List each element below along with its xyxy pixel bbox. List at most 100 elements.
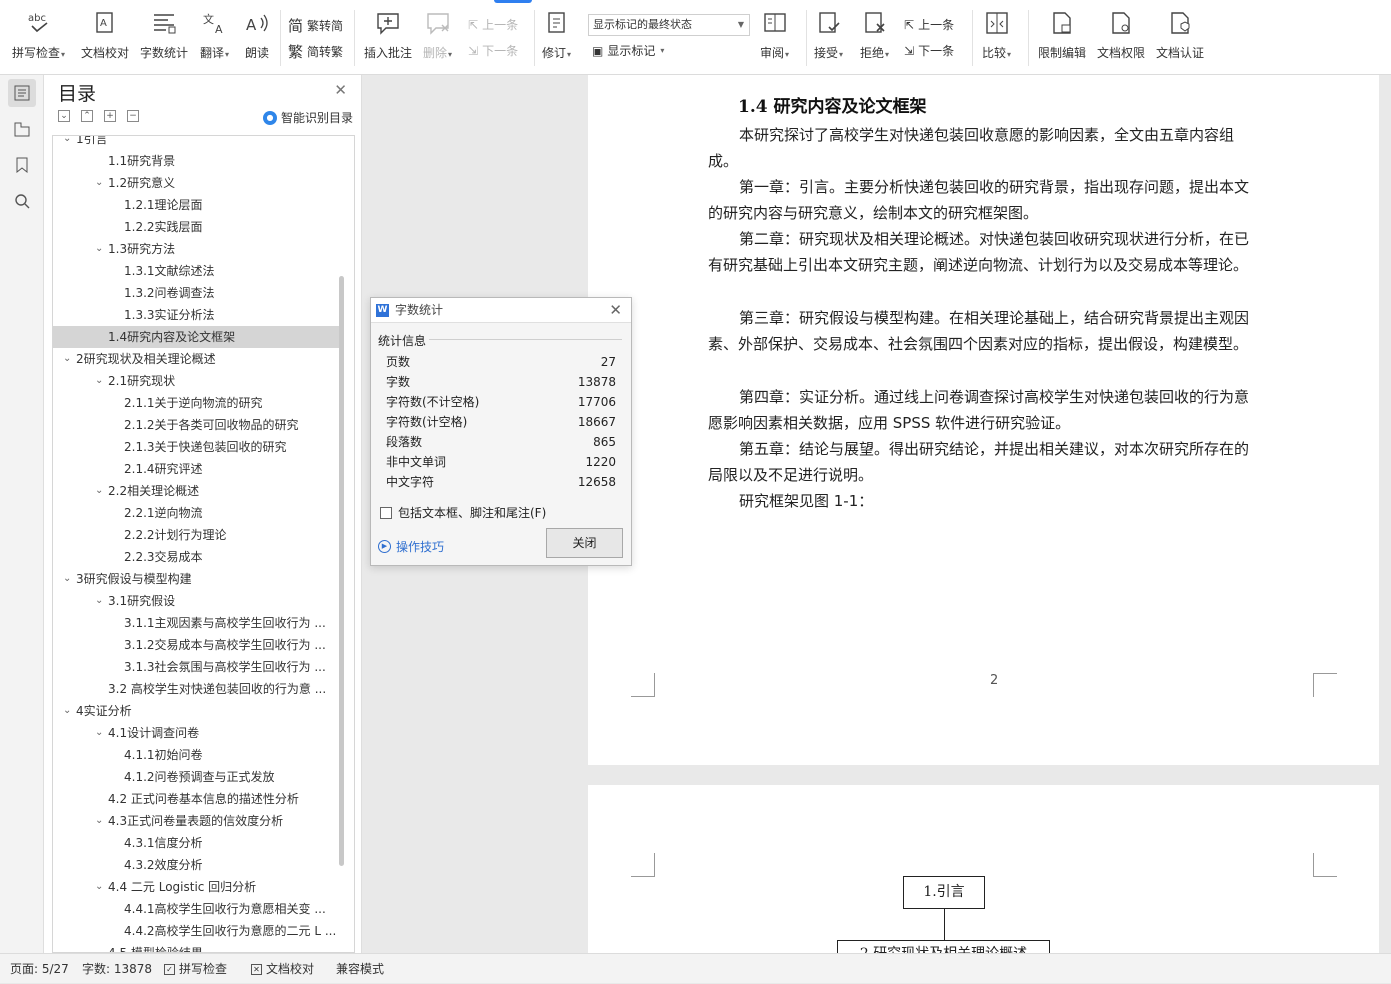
- toc-item[interactable]: 4.3.1信度分析: [53, 832, 339, 854]
- doc-permission-button[interactable]: 文档权限: [1097, 8, 1145, 61]
- toc-item[interactable]: 4.4.2高校学生回收行为意愿的二元 L ...: [53, 920, 339, 942]
- add-heading-icon[interactable]: +: [104, 110, 116, 122]
- chevron-down-icon[interactable]: ⌄: [95, 810, 103, 832]
- close-icon[interactable]: ✕: [334, 81, 347, 99]
- toc-item[interactable]: 1.3.3实证分析法: [53, 304, 339, 326]
- toc-item[interactable]: 1.4研究内容及论文框架: [53, 326, 339, 348]
- toc-item[interactable]: 2.2.1逆向物流: [53, 502, 339, 524]
- toc-item[interactable]: 4.2 正式问卷基本信息的描述性分析: [53, 788, 339, 810]
- chevron-down-icon[interactable]: ⌄: [63, 568, 71, 590]
- chevron-down-icon[interactable]: ⌄: [63, 348, 71, 370]
- toc-item[interactable]: 4.5 模型检验结果: [53, 942, 339, 952]
- document-page[interactable]: 1.4 研究内容及论文框架 本研究探讨了高校学生对快递包装回收意愿的影响因素，全…: [588, 75, 1379, 765]
- markup-state-select[interactable]: 显示标记的最终状态 ▼: [588, 14, 750, 36]
- word-count-indicator[interactable]: 字数: 13878: [82, 954, 152, 984]
- document-page-next[interactable]: 1.引言 2.研究现状及相关理论概述: [588, 785, 1379, 970]
- next-change-button[interactable]: ⇲ 下一条: [904, 42, 954, 59]
- toc-item[interactable]: ⌄ 1.3研究方法: [53, 238, 339, 260]
- reject-button[interactable]: 拒绝▾: [860, 8, 889, 61]
- toc-item[interactable]: ⌄ 3.1研究假设: [53, 590, 339, 612]
- chapter-view-button[interactable]: [8, 115, 36, 143]
- chevron-down-icon[interactable]: ⌄: [63, 700, 71, 722]
- search-button[interactable]: [8, 187, 36, 215]
- chevron-down-icon[interactable]: ⌄: [95, 722, 103, 744]
- bookmark-button[interactable]: [8, 151, 36, 179]
- next-comment-button[interactable]: ⇲ 下一条: [468, 42, 518, 59]
- toc-item[interactable]: ⌄ 4.1设计调查问卷: [53, 722, 339, 744]
- chevron-down-icon[interactable]: ⌄: [95, 172, 103, 194]
- chevron-down-icon[interactable]: ⌄: [63, 136, 71, 150]
- read-aloud-button[interactable]: A 朗读: [244, 8, 270, 61]
- toc-item[interactable]: ⌄ 2.1研究现状: [53, 370, 339, 392]
- toc-item[interactable]: 2.2.3交易成本: [53, 546, 339, 568]
- toc-item[interactable]: ⌄ 2研究现状及相关理论概述: [53, 348, 339, 370]
- toc-item[interactable]: ⌄ 1引言: [53, 136, 339, 150]
- restrict-edit-button[interactable]: 限制编辑: [1038, 8, 1086, 61]
- chevron-down-icon[interactable]: ⌄: [95, 480, 103, 502]
- toc-item[interactable]: 1.3.1文献综述法: [53, 260, 339, 282]
- smart-toc-button[interactable]: ● 智能识别目录: [262, 109, 353, 126]
- compare-button[interactable]: 比较▾: [982, 8, 1011, 61]
- stat-value: 13878: [577, 375, 616, 389]
- accept-label: 接受: [814, 46, 839, 60]
- word-count-button[interactable]: 字数统计: [140, 8, 188, 61]
- delete-comment-button[interactable]: 删除▾: [423, 8, 452, 61]
- toc-item[interactable]: 2.2.2计划行为理论: [53, 524, 339, 546]
- chevron-down-icon[interactable]: ⌄: [95, 590, 103, 612]
- toc-item[interactable]: 3.1.3社会氛围与高校学生回收行为 ...: [53, 656, 339, 678]
- doc-check-button[interactable]: A 文档校对: [81, 8, 129, 61]
- page-indicator[interactable]: 页面: 5/27: [10, 954, 69, 984]
- review-button[interactable]: 审阅▾: [760, 8, 789, 61]
- toc-item[interactable]: 2.1.2关于各类可回收物品的研究: [53, 414, 339, 436]
- trad-to-simp-button[interactable]: 简 繁转简: [288, 15, 343, 36]
- toc-item[interactable]: ⌄ 3研究假设与模型构建: [53, 568, 339, 590]
- chevron-down-icon[interactable]: ⌄: [95, 876, 103, 898]
- toc-item[interactable]: 4.1.1初始问卷: [53, 744, 339, 766]
- toc-item[interactable]: 3.1.2交易成本与高校学生回收行为 ...: [53, 634, 339, 656]
- toc-item[interactable]: ⌄ 1.2研究意义: [53, 172, 339, 194]
- prev-change-button[interactable]: ⇱ 上一条: [904, 16, 954, 33]
- toc-item[interactable]: 4.4.1高校学生回收行为意愿相关变 ...: [53, 898, 339, 920]
- toc-scrollbar[interactable]: [339, 276, 344, 866]
- close-icon[interactable]: ✕: [609, 301, 622, 319]
- show-markup-button[interactable]: ▣ 显示标记 ▾: [592, 42, 664, 59]
- toc-item[interactable]: 1.3.2问卷调查法: [53, 282, 339, 304]
- collapse-all-icon[interactable]: ⌄: [58, 110, 70, 122]
- toc-item[interactable]: 1.2.1理论层面: [53, 194, 339, 216]
- status-spell-check[interactable]: ✓ 拼写检查: [164, 954, 227, 984]
- status-doc-check[interactable]: ✕ 文档校对: [251, 954, 314, 984]
- accept-button[interactable]: 接受▾: [814, 8, 843, 61]
- toc-item[interactable]: ⌄ 4.3正式问卷量表题的信效度分析: [53, 810, 339, 832]
- include-textbox-checkbox[interactable]: 包括文本框、脚注和尾注(F): [380, 504, 546, 521]
- toc-item[interactable]: 1.1研究背景: [53, 150, 339, 172]
- toc-view-button[interactable]: [8, 79, 36, 107]
- toc-item[interactable]: 4.1.2问卷预调查与正式发放: [53, 766, 339, 788]
- remove-heading-icon[interactable]: −: [127, 110, 139, 122]
- toc-item[interactable]: 4.3.2效度分析: [53, 854, 339, 876]
- toc-item[interactable]: ⌄ 4实证分析: [53, 700, 339, 722]
- toc-item[interactable]: ⌄ 2.2相关理论概述: [53, 480, 339, 502]
- simp-to-trad-button[interactable]: 繁 简转繁: [288, 41, 343, 62]
- translate-button[interactable]: 文A 翻译▾: [200, 8, 229, 61]
- insert-comment-button[interactable]: 插入批注: [364, 8, 412, 61]
- chevron-down-icon[interactable]: ⌄: [95, 238, 103, 260]
- revise-icon: [542, 8, 571, 38]
- checkbox-box[interactable]: [380, 506, 392, 519]
- toc-item[interactable]: 3.2 高校学生对快递包装回收的行为意 ...: [53, 678, 339, 700]
- toc-item[interactable]: 3.1.1主观因素与高校学生回收行为 ...: [53, 612, 339, 634]
- toc-item[interactable]: 2.1.4研究评述: [53, 458, 339, 480]
- toc-item[interactable]: 2.1.1关于逆向物流的研究: [53, 392, 339, 414]
- tips-link[interactable]: ▶ 操作技巧: [378, 538, 444, 555]
- expand-up-icon[interactable]: ⌃: [81, 110, 93, 122]
- chevron-down-icon[interactable]: ⌄: [95, 370, 103, 392]
- close-button[interactable]: 关闭: [546, 528, 623, 558]
- spell-check-button[interactable]: abc 拼写检查▾: [12, 8, 65, 61]
- prev-comment-button[interactable]: ⇱ 上一条: [468, 16, 518, 33]
- doc-check-label: 文档校对: [81, 46, 130, 60]
- ai-icon: ●: [262, 110, 277, 125]
- revise-button[interactable]: 修订▾: [542, 8, 571, 61]
- toc-item[interactable]: 1.2.2实践层面: [53, 216, 339, 238]
- doc-auth-button[interactable]: 文档认证: [1156, 8, 1204, 61]
- toc-item[interactable]: 2.1.3关于快递包装回收的研究: [53, 436, 339, 458]
- toc-item[interactable]: ⌄ 4.4 二元 Logistic 回归分析: [53, 876, 339, 898]
